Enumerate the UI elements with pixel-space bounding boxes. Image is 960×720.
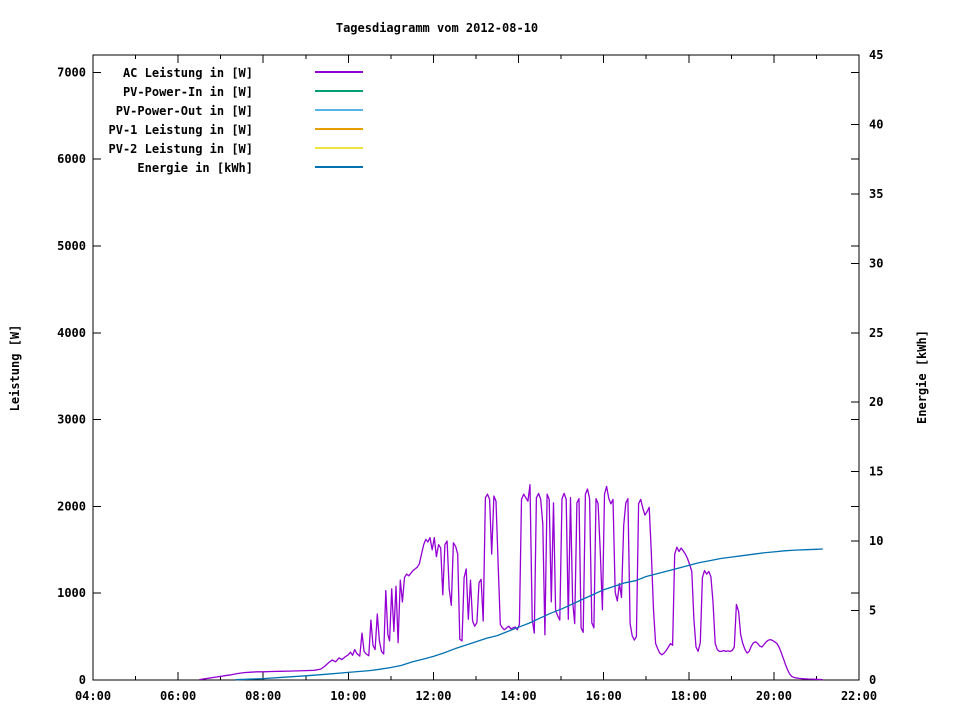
y2-tick-label: 0 — [869, 673, 876, 687]
y2-tick-label: 20 — [869, 395, 883, 409]
legend-swatch — [315, 109, 363, 111]
legend-item: PV-Power-Out in [W] — [0, 102, 363, 118]
x-tick-label: 10:00 — [330, 689, 366, 703]
x-tick-label: 18:00 — [671, 689, 707, 703]
x-tick-label: 16:00 — [586, 689, 622, 703]
legend-item: AC Leistung in [W] — [0, 64, 363, 80]
legend-item: PV-Power-In in [W] — [0, 83, 363, 99]
y1-tick-label: 0 — [79, 673, 86, 687]
y1-tick-label: 5000 — [57, 239, 86, 253]
y2-tick-label: 35 — [869, 187, 883, 201]
legend-swatch — [315, 166, 363, 168]
legend-swatch — [315, 147, 363, 149]
y1-tick-label: 2000 — [57, 499, 86, 513]
gnuplot-chart-window: Tagesdiagramm vom 2012-08-10 Leistung [W… — [0, 0, 960, 720]
legend-item: Energie in [kWh] — [0, 159, 363, 175]
legend-label: AC Leistung in [W] — [122, 66, 253, 80]
legend-label: PV-1 Leistung in [W] — [108, 123, 254, 137]
x-tick-label: 04:00 — [75, 689, 111, 703]
y2-tick-label: 40 — [869, 117, 883, 131]
y2-tick-label: 30 — [869, 256, 883, 270]
x-tick-label: 22:00 — [841, 689, 877, 703]
x-tick-label: 12:00 — [415, 689, 451, 703]
y2-tick-label: 25 — [869, 326, 883, 340]
y2-tick-label: 10 — [869, 534, 883, 548]
y1-tick-label: 3000 — [57, 413, 86, 427]
series-line — [235, 548, 823, 681]
y1-tick-label: 1000 — [57, 586, 86, 600]
y2-tick-label: 5 — [869, 604, 876, 618]
legend-swatch — [315, 128, 363, 130]
legend-item: PV-2 Leistung in [W] — [0, 140, 363, 156]
legend-label: Energie in [kWh] — [137, 161, 253, 175]
x-tick-label: 20:00 — [756, 689, 792, 703]
legend-item: PV-1 Leistung in [W] — [0, 121, 363, 137]
x-tick-label: 08:00 — [245, 689, 281, 703]
legend-label: PV-Power-In in [W] — [122, 85, 253, 99]
y2-tick-label: 45 — [869, 48, 883, 62]
legend-swatch — [315, 71, 363, 73]
legend-label: PV-2 Leistung in [W] — [108, 142, 254, 156]
x-tick-label: 06:00 — [160, 689, 196, 703]
x-tick-label: 14:00 — [500, 689, 536, 703]
series-line — [199, 484, 823, 681]
legend-swatch — [315, 90, 363, 92]
legend-label: PV-Power-Out in [W] — [115, 104, 253, 118]
y1-tick-label: 4000 — [57, 326, 86, 340]
y2-tick-label: 15 — [869, 465, 883, 479]
